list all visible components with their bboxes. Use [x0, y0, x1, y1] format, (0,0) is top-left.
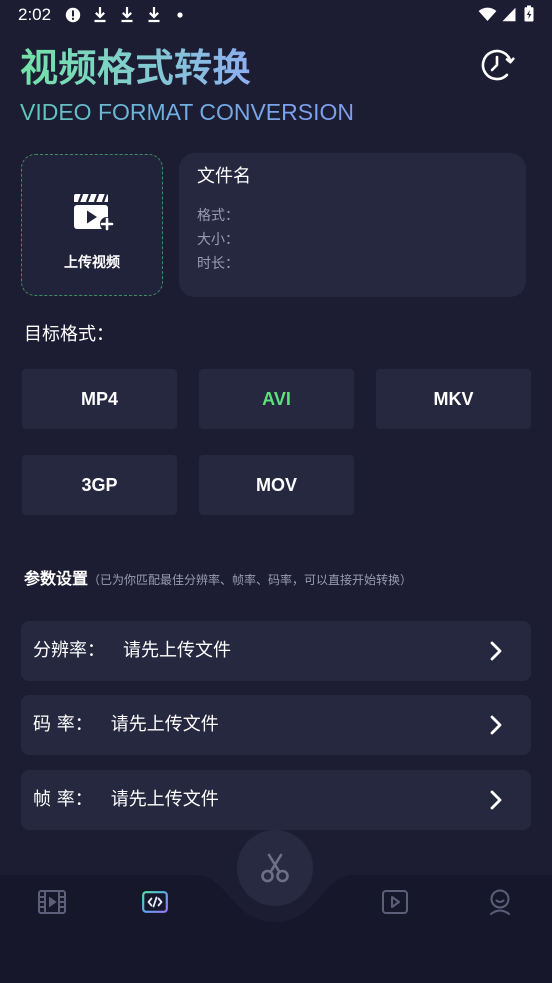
dot-icon — [177, 12, 183, 18]
params-header: 参数设置（已为你匹配最佳分辨率、帧率、码率，可以直接开始转换） — [24, 568, 412, 591]
video-add-icon — [74, 193, 114, 231]
format-grid: MP4 AVI MKV 3GP MOV — [22, 369, 531, 515]
param-label: 码 率： — [33, 714, 93, 735]
upload-video-button[interactable]: 上传视频 — [21, 154, 163, 296]
format-option-mkv[interactable]: MKV — [376, 369, 531, 429]
status-time: 2:02 — [18, 5, 52, 24]
download-icon — [121, 7, 133, 23]
nav-item-convert[interactable] — [131, 884, 179, 920]
film-icon — [38, 890, 66, 914]
download-icon — [148, 7, 160, 23]
nav-item-film[interactable] — [28, 884, 76, 920]
params-hint: （已为你匹配最佳分辨率、帧率、码率，可以直接开始转换） — [88, 573, 413, 587]
param-label: 分辨率： — [33, 640, 105, 661]
param-value: 请先上传文件 — [110, 714, 219, 735]
play-icon — [382, 890, 408, 914]
file-size-label: 大小： — [197, 232, 239, 248]
battery-charging-icon — [524, 5, 534, 22]
nav-item-profile[interactable] — [476, 884, 524, 920]
history-clock-icon — [481, 49, 515, 81]
page-title: 视频格式转换 — [20, 46, 252, 90]
cut-button[interactable] — [237, 830, 313, 906]
chevron-right-icon — [490, 715, 502, 735]
target-format-label: 目标格式： — [24, 324, 114, 345]
param-row-framerate[interactable]: 帧 率： 请先上传文件 — [21, 770, 531, 830]
params-title: 参数设置 — [24, 569, 89, 588]
file-duration-label: 时长： — [197, 256, 239, 272]
chevron-right-icon — [490, 641, 502, 661]
format-option-3gp[interactable]: 3GP — [22, 455, 177, 515]
file-info-card: 文件名 格式： 大小： 时长： — [179, 153, 526, 297]
param-value: 请先上传文件 — [110, 789, 219, 810]
nav-item-player[interactable] — [371, 884, 419, 920]
page-subtitle: VIDEO FORMAT CONVERSION — [20, 99, 354, 125]
status-bar: 2:02 — [0, 0, 552, 30]
history-button[interactable] — [479, 47, 515, 83]
format-option-avi[interactable]: AVI — [199, 369, 354, 429]
file-format-label: 格式： — [197, 208, 239, 224]
signal-icon — [502, 7, 516, 22]
upload-label: 上传视频 — [64, 255, 120, 271]
code-icon — [142, 891, 168, 913]
param-row-resolution[interactable]: 分辨率： 请先上传文件 — [21, 621, 531, 681]
wifi-icon — [478, 7, 497, 21]
scissors-icon — [261, 853, 289, 883]
file-name-label: 文件名 — [197, 166, 251, 187]
alert-circle-icon — [65, 7, 81, 23]
param-value: 请先上传文件 — [123, 640, 231, 661]
chevron-right-icon — [490, 790, 502, 810]
format-option-mov[interactable]: MOV — [199, 455, 354, 515]
avatar-icon — [490, 889, 510, 915]
param-label: 帧 率： — [33, 789, 93, 810]
download-icon — [94, 7, 106, 23]
format-option-mp4[interactable]: MP4 — [22, 369, 177, 429]
param-row-bitrate[interactable]: 码 率： 请先上传文件 — [21, 695, 531, 755]
